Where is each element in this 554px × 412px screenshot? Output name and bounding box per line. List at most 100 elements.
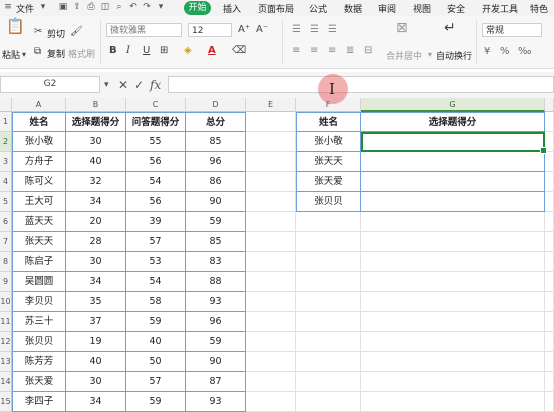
table-cell[interactable]: 96 <box>186 152 246 172</box>
table-header-cell[interactable]: 姓名 <box>12 112 66 132</box>
table-cell[interactable]: 张天爱 <box>12 372 66 392</box>
table-header-cell[interactable]: 问答题得分 <box>126 112 186 132</box>
tab-insert[interactable]: 插入 <box>223 2 241 15</box>
merge-center-button[interactable]: 合并居中 <box>386 49 422 62</box>
table-cell[interactable]: 56 <box>126 152 186 172</box>
grid-cell[interactable] <box>296 352 361 372</box>
table-cell[interactable]: 李四子 <box>12 392 66 412</box>
grid-cell[interactable] <box>296 232 361 252</box>
save-icon[interactable]: ▣ <box>58 2 68 12</box>
align-left-icon[interactable]: ≡ <box>292 45 300 57</box>
undo-icon[interactable]: ↶ <box>128 2 138 12</box>
tab-formulas[interactable]: 公式 <box>309 2 327 15</box>
bold-button[interactable]: B <box>109 45 117 57</box>
border-icon[interactable]: ⊞ <box>160 45 168 57</box>
table-cell[interactable]: 87 <box>186 372 246 392</box>
table-cell[interactable]: 19 <box>66 332 126 352</box>
table-cell[interactable]: 陈可义 <box>12 172 66 192</box>
wrap-text-button[interactable]: 自动换行 <box>436 49 472 62</box>
row-header[interactable]: 11 <box>0 312 12 332</box>
more-icon[interactable]: ▾ <box>156 2 166 12</box>
grid-cell[interactable] <box>296 332 361 352</box>
table-cell[interactable]: 陈启子 <box>12 252 66 272</box>
lookup-score-cell[interactable] <box>361 152 545 172</box>
print-icon[interactable]: ⎙ <box>86 2 96 12</box>
row-header[interactable]: 3 <box>0 152 12 172</box>
grid-cell[interactable] <box>361 232 545 252</box>
table-cell[interactable]: 57 <box>126 372 186 392</box>
justify-icon[interactable]: ≣ <box>346 45 354 57</box>
tab-developer[interactable]: 开发工具 <box>482 2 518 15</box>
table-cell[interactable]: 83 <box>186 252 246 272</box>
table-cell[interactable]: 50 <box>126 352 186 372</box>
grid-cell[interactable] <box>545 372 554 392</box>
table-cell[interactable]: 85 <box>186 232 246 252</box>
lookup-name-cell[interactable]: 张小敬 <box>296 132 361 152</box>
grid-cell[interactable] <box>246 132 296 152</box>
grid-cell[interactable] <box>246 272 296 292</box>
grid-cell[interactable] <box>246 292 296 312</box>
row-header[interactable]: 5 <box>0 192 12 212</box>
cut-button[interactable]: 剪切 <box>47 27 65 40</box>
paste-dropdown-icon[interactable]: ▾ <box>22 49 26 61</box>
fill-handle[interactable] <box>540 147 547 154</box>
enter-icon[interactable]: ✓ <box>134 78 144 92</box>
cut-icon[interactable]: ✂ <box>34 26 42 38</box>
table-cell[interactable]: 40 <box>126 332 186 352</box>
grid-cell[interactable] <box>296 372 361 392</box>
table-cell[interactable]: 张天天 <box>12 232 66 252</box>
table-cell[interactable]: 37 <box>66 312 126 332</box>
grid-cell[interactable] <box>361 272 545 292</box>
grid-cell[interactable] <box>296 392 361 412</box>
fill-color-icon[interactable]: ◈ <box>184 45 192 57</box>
grid-cell[interactable] <box>361 212 545 232</box>
table-cell[interactable]: 30 <box>66 132 126 152</box>
table-cell[interactable]: 55 <box>126 132 186 152</box>
table-cell[interactable]: 34 <box>66 392 126 412</box>
grid-cell[interactable] <box>545 392 554 412</box>
cancel-icon[interactable]: ✕ <box>118 78 128 92</box>
name-box[interactable]: G2 <box>0 76 100 93</box>
shrink-font-icon[interactable]: A⁻ <box>256 24 268 36</box>
grid-cell[interactable] <box>545 252 554 272</box>
tab-page-layout[interactable]: 页面布局 <box>258 2 294 15</box>
lookup-header-cell[interactable]: 选择题得分 <box>361 112 545 132</box>
table-cell[interactable]: 54 <box>126 272 186 292</box>
table-cell[interactable]: 王大可 <box>12 192 66 212</box>
table-cell[interactable]: 58 <box>126 292 186 312</box>
row-header[interactable]: 6 <box>0 212 12 232</box>
tab-review[interactable]: 审阅 <box>378 2 396 15</box>
grid-cell[interactable] <box>246 252 296 272</box>
table-cell[interactable]: 96 <box>186 312 246 332</box>
row-header[interactable]: 15 <box>0 392 12 412</box>
table-cell[interactable]: 93 <box>186 392 246 412</box>
grid-cell[interactable] <box>545 292 554 312</box>
underline-button[interactable]: U <box>143 45 150 57</box>
table-cell[interactable]: 30 <box>66 372 126 392</box>
grid-cell[interactable] <box>545 272 554 292</box>
row-header[interactable]: 4 <box>0 172 12 192</box>
export-icon[interactable]: ⇪ <box>72 2 82 12</box>
number-format-select[interactable]: 常规 <box>482 23 542 37</box>
find-icon[interactable]: ⌕ <box>114 2 124 12</box>
table-cell[interactable]: 59 <box>186 212 246 232</box>
table-header-cell[interactable]: 选择题得分 <box>66 112 126 132</box>
table-header-cell[interactable]: 总分 <box>186 112 246 132</box>
merge-center-icon[interactable]: ⊠ <box>396 21 408 35</box>
font-name-select[interactable]: 微软雅黑 <box>106 23 182 37</box>
align-top-icon[interactable]: ☰ <box>292 24 301 36</box>
select-all-corner[interactable] <box>0 98 12 112</box>
lookup-name-cell[interactable]: 张天爱 <box>296 172 361 192</box>
table-cell[interactable]: 34 <box>66 272 126 292</box>
grid-cell[interactable] <box>296 212 361 232</box>
table-cell[interactable]: 59 <box>186 332 246 352</box>
table-cell[interactable]: 苏三十 <box>12 312 66 332</box>
lookup-score-cell[interactable] <box>361 192 545 212</box>
tab-special[interactable]: 特色 <box>530 2 548 15</box>
italic-button[interactable]: I <box>126 45 130 57</box>
tab-start[interactable]: 开始 <box>184 1 211 15</box>
table-cell[interactable]: 54 <box>126 172 186 192</box>
align-middle-icon[interactable]: ☰ <box>310 24 319 36</box>
table-cell[interactable]: 30 <box>66 252 126 272</box>
lookup-name-cell[interactable]: 张贝贝 <box>296 192 361 212</box>
